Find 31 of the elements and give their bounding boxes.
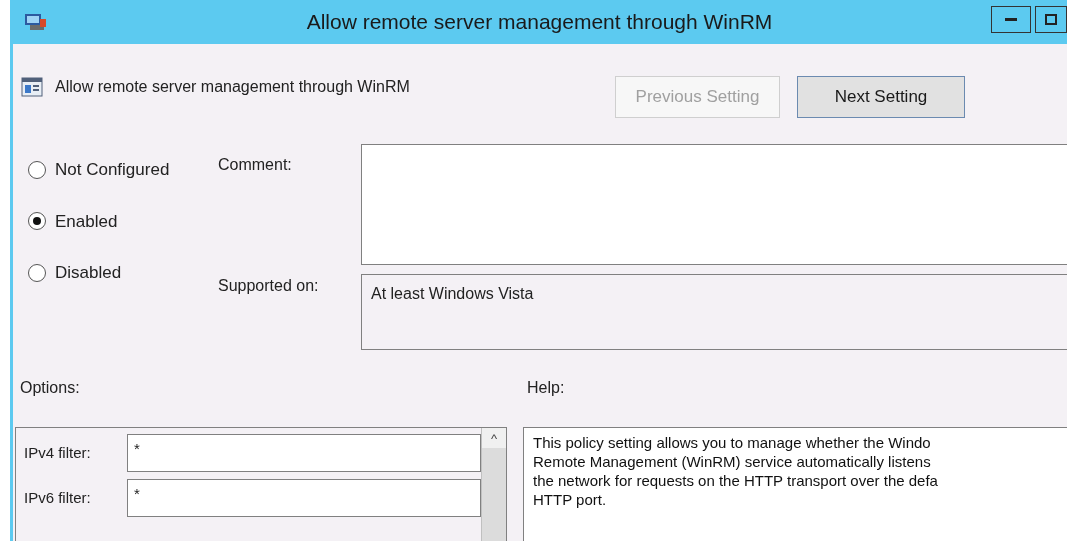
help-label: Help: [527,379,565,396]
setting-title: Allow remote server management through WinRM [55,77,411,97]
help-text-line: the network for requests on the HTTP transport over the defa [533,471,938,490]
radio-label: Not Configured [55,159,170,181]
help-text-line: Remote Management (WinRM) service automatically listens [533,452,931,471]
radio-button[interactable] [28,212,46,231]
options-label: Options: [20,379,80,396]
computer-icon [22,11,48,33]
filter-label: IPv4 filter: [24,442,92,463]
supported-on-label: Supported on: [218,276,320,296]
policy-icon [21,77,43,97]
radio-label: Enabled [55,210,118,233]
help-text-line: This policy setting allows you to manage whether the Windo [533,433,931,452]
window-title: Allow remote server management through WinRM [305,9,774,36]
filter-label: IPv6 filter: [24,487,92,508]
radio-label: Disabled [55,262,122,284]
scroll-up-button[interactable]: ^ [482,428,506,448]
help-text-line: HTTP port. [533,490,607,509]
filter-field[interactable]: * [127,434,481,472]
minimize-button[interactable] [991,6,1031,33]
scrollbar[interactable]: ^ [481,428,506,541]
maximize-icon [1045,14,1057,25]
radio-button[interactable] [28,160,46,179]
minimize-icon [1005,17,1017,22]
setting-nav-button[interactable]: Next Setting [797,76,965,118]
maximize-button[interactable] [1035,6,1067,33]
comment-label: Comment: [218,155,293,175]
radio-button[interactable] [28,263,46,282]
supported-on-value: At least Windows Vista [371,285,534,302]
filter-field[interactable]: * [127,479,481,517]
comment-field[interactable] [361,144,1067,265]
